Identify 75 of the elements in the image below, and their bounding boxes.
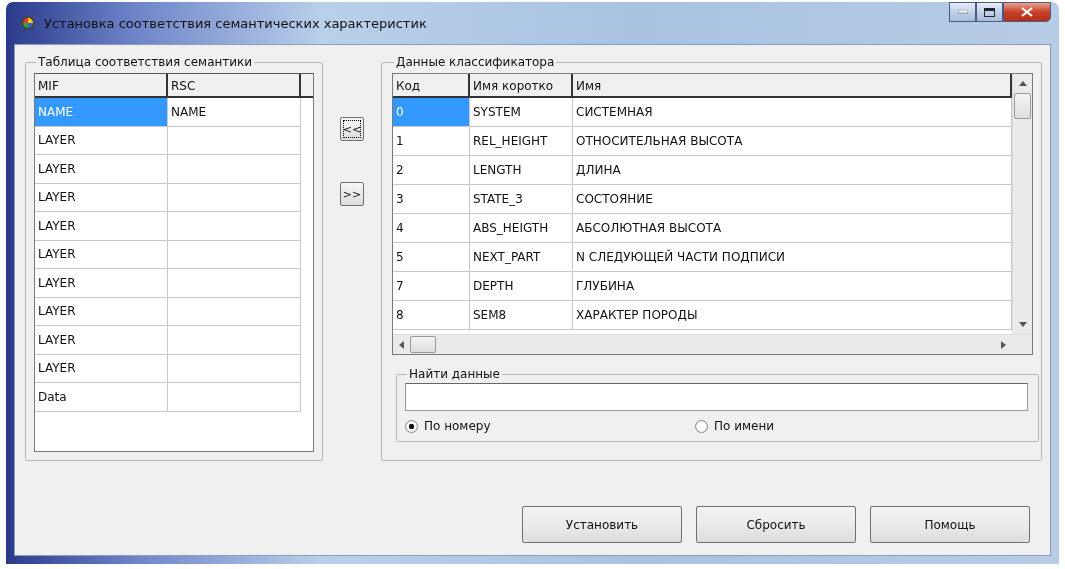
left-arrow-icon[interactable] [399, 340, 404, 349]
table-cell[interactable]: ДЛИНА [573, 156, 1012, 185]
up-arrow-icon[interactable] [1018, 81, 1027, 86]
table-cell[interactable] [168, 183, 301, 212]
table-cell[interactable]: ГЛУБИНА [573, 272, 1012, 301]
table-cell[interactable]: 3 [393, 185, 470, 214]
dialog-button[interactable]: Сбросить [696, 506, 856, 543]
table-cell[interactable]: СОСТОЯНИЕ [573, 185, 1012, 214]
table-cell[interactable]: 1 [393, 127, 470, 156]
dialog-button[interactable]: Помощь [870, 506, 1030, 543]
scroll-thumb[interactable] [410, 336, 436, 353]
column-header[interactable]: Код [393, 74, 470, 96]
table-cell[interactable]: 7 [393, 272, 470, 301]
table-cell[interactable] [168, 383, 301, 412]
table-cell[interactable] [168, 269, 301, 298]
radio-option[interactable]: По имени [695, 419, 1028, 433]
minimize-icon [957, 10, 968, 14]
table-cell[interactable]: ABS_HEIGTH [470, 214, 573, 243]
column-header[interactable]: MIF [35, 74, 168, 96]
table-cell[interactable]: LAYER [35, 212, 168, 241]
table-cell[interactable] [168, 212, 301, 241]
group-title: Данные классификатора [395, 55, 556, 69]
table-cell[interactable]: СИСТЕМНАЯ [573, 98, 1012, 127]
minimize-button[interactable] [949, 2, 976, 22]
scroll-thumb[interactable] [1014, 93, 1031, 119]
table-cell[interactable]: LAYER [35, 326, 168, 355]
table-cell[interactable]: DEPTH [470, 272, 573, 301]
dialog-button[interactable]: Установить [522, 506, 682, 543]
table-cell[interactable]: ОТНОСИТЕЛЬНАЯ ВЫСОТА [573, 127, 1012, 156]
right-arrow-icon[interactable] [1001, 340, 1006, 349]
table-cell[interactable] [168, 297, 301, 326]
table-cell[interactable]: АБСОЛЮТНАЯ ВЫСОТА [573, 214, 1012, 243]
column-header[interactable]: RSC [168, 74, 301, 96]
radio-option[interactable]: По номеру [405, 419, 695, 433]
group-title: Таблица соответствия семантики [37, 55, 254, 69]
transfer-button[interactable]: >> [340, 182, 364, 206]
table-cell[interactable]: REL_HEIGHT [470, 127, 573, 156]
table-cell[interactable]: 8 [393, 301, 470, 330]
app-icon [20, 15, 36, 31]
table-cell[interactable]: LAYER [35, 297, 168, 326]
table-cell[interactable] [168, 326, 301, 355]
transfer-button[interactable]: << [340, 117, 364, 141]
down-arrow-icon[interactable] [1018, 322, 1027, 327]
group-title: Найти данные [408, 367, 501, 381]
table-cell[interactable] [168, 155, 301, 184]
table-cell[interactable]: SYSTEM [470, 98, 573, 127]
close-icon [1021, 7, 1033, 17]
table-cell[interactable]: 2 [393, 156, 470, 185]
table-cell[interactable]: LAYER [35, 126, 168, 155]
table-cell[interactable]: LAYER [35, 354, 168, 383]
maximize-button[interactable] [976, 2, 1003, 22]
maximize-icon [984, 7, 995, 17]
close-button[interactable] [1003, 2, 1051, 22]
table-cell[interactable]: STATE_3 [470, 185, 573, 214]
table-cell[interactable]: LAYER [35, 269, 168, 298]
table-cell[interactable] [168, 354, 301, 383]
table-cell[interactable]: 5 [393, 243, 470, 272]
window-title: Установка соответствия семантических характеристик [44, 15, 427, 31]
column-header[interactable]: Имя коротко [470, 74, 573, 96]
table-cell[interactable]: 4 [393, 214, 470, 243]
table-cell[interactable]: LAYER [35, 155, 168, 184]
table-cell[interactable]: N СЛЕДУЮЩЕЙ ЧАСТИ ПОДПИСИ [573, 243, 1012, 272]
table-cell[interactable]: NEXT_PART [470, 243, 573, 272]
vertical-scrollbar[interactable] [1012, 74, 1032, 334]
table-cell[interactable] [168, 240, 301, 269]
search-field[interactable] [405, 383, 1028, 411]
horizontal-scrollbar[interactable] [393, 334, 1032, 354]
table-cell[interactable]: NAME [168, 98, 301, 127]
table-cell[interactable]: Data [35, 383, 168, 412]
table-cell[interactable] [168, 126, 301, 155]
table-cell[interactable]: ХАРАКТЕР ПОРОДЫ [573, 301, 1012, 330]
table-cell[interactable]: LAYER [35, 183, 168, 212]
table-cell[interactable]: LENGTH [470, 156, 573, 185]
table-cell[interactable]: SEM8 [470, 301, 573, 330]
table-cell[interactable]: LAYER [35, 240, 168, 269]
